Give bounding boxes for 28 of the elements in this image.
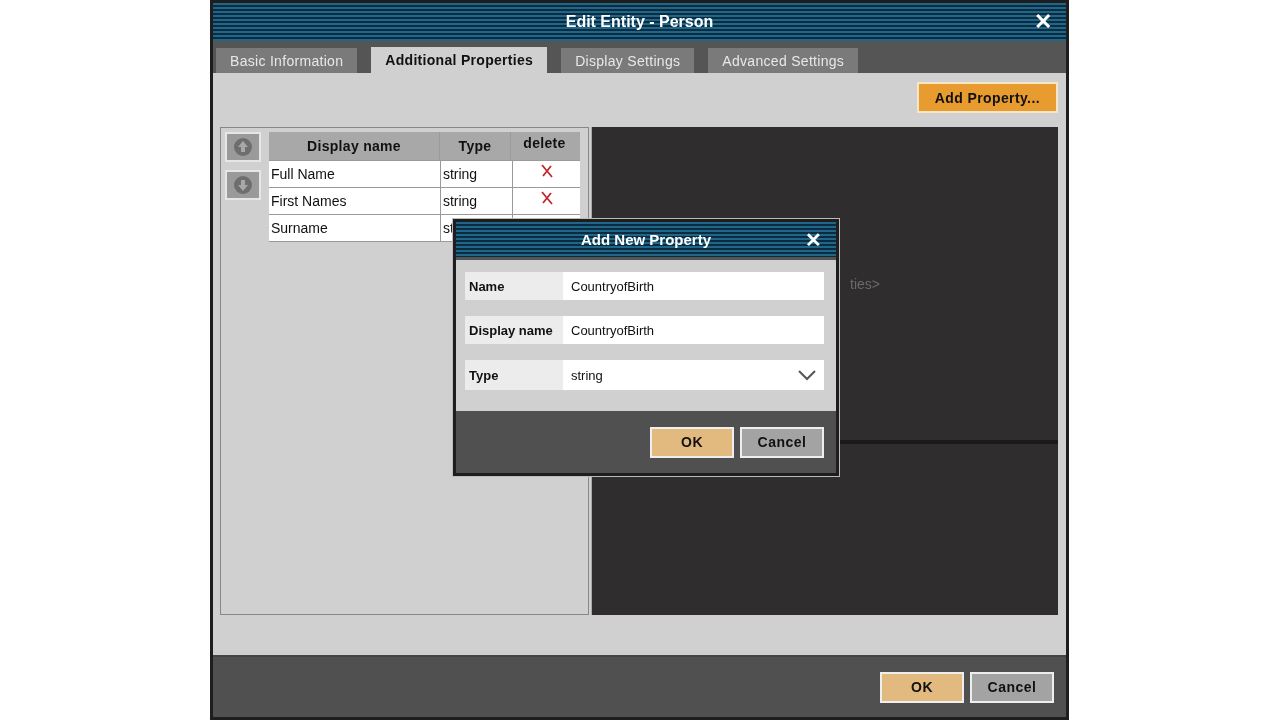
tab[interactable]: Advanced Settings (708, 48, 859, 73)
input-field[interactable]: CountryofBirth (563, 316, 824, 344)
table-cell: Full Name (269, 161, 441, 187)
table-cell: First Names (269, 188, 441, 214)
cancel-button[interactable]: Cancel (970, 671, 1054, 703)
column-header: Type (440, 132, 511, 160)
dialog-title: Add New Property (581, 231, 711, 248)
input-field[interactable]: CountryofBirth (563, 272, 824, 300)
tab[interactable]: Display Settings (561, 48, 695, 73)
field-label: Type (465, 360, 563, 390)
close-button[interactable]: ✕ (1030, 9, 1056, 35)
tab[interactable]: Additional Properties (371, 47, 548, 73)
table-cell: string (440, 188, 514, 214)
ok-button[interactable]: OK (650, 426, 734, 458)
window-title: Edit Entity - Person (565, 13, 714, 31)
add-property-button[interactable]: Add Property... (916, 82, 1058, 113)
field-label: Name (465, 272, 563, 300)
column-header: delete (522, 134, 567, 153)
close-button[interactable]: ✕ (801, 227, 826, 253)
ok-button[interactable]: OK (880, 671, 964, 703)
table-cell: Surname (269, 215, 441, 241)
cancel-button[interactable]: Cancel (740, 426, 824, 458)
placeholder-text: ties> (850, 275, 880, 292)
tab[interactable]: Basic Information (216, 48, 358, 73)
type-dropdown[interactable]: string (563, 360, 824, 390)
field-label: Display name (465, 316, 563, 344)
column-header: Display name (269, 132, 440, 160)
table-cell: string (440, 161, 514, 187)
